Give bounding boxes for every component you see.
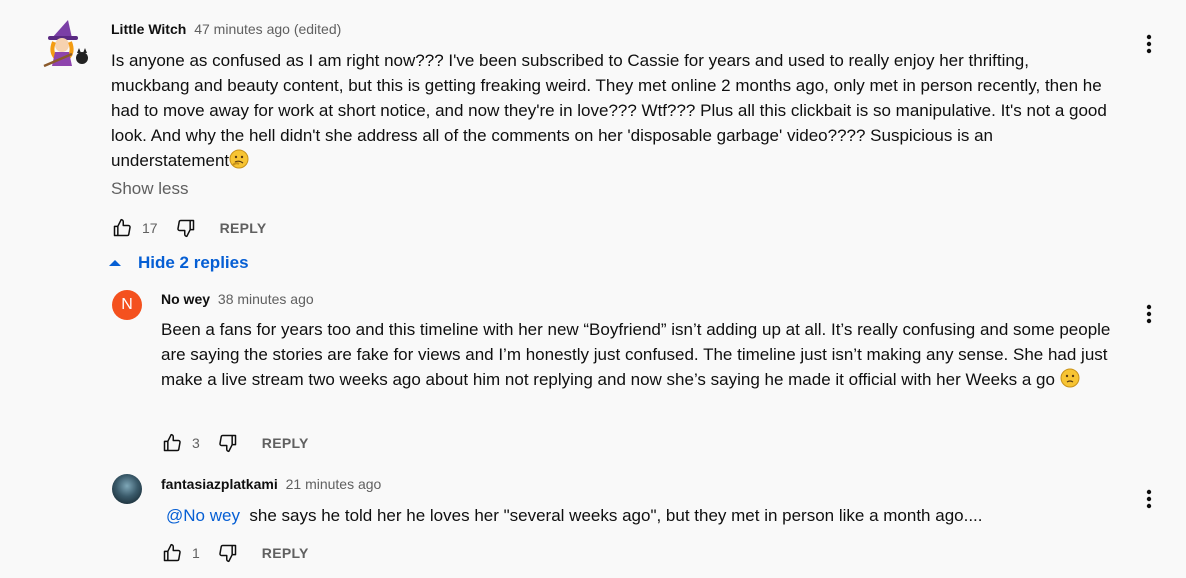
mention-link[interactable]: @No wey [166,506,240,525]
avatar[interactable] [42,18,92,70]
reply-button[interactable]: REPLY [220,220,267,236]
comment-timestamp[interactable]: 47 minutes ago (edited) [194,21,341,37]
like-count: 17 [142,220,158,236]
hide-replies-button[interactable]: Hide 2 replies [108,253,249,273]
comment-text-container: Is anyone as confused as I am right now?… [111,48,1111,173]
reply-button[interactable]: REPLY [262,545,309,561]
more-actions-icon[interactable] [1139,487,1159,511]
hide-replies-label: Hide 2 replies [138,253,249,272]
more-actions-icon[interactable] [1139,32,1159,56]
thinking-face-emoji-icon [229,149,249,169]
caret-up-icon [109,260,121,266]
reply-timestamp[interactable]: 38 minutes ago [218,291,314,307]
reply-author[interactable]: fantasiazplatkami [161,476,278,492]
reply-header: fantasiazplatkami 21 minutes ago [161,476,381,492]
reply-text: Been a fans for years too and this timel… [161,320,1111,389]
thumbs-up-icon[interactable] [162,433,182,453]
like-count: 1 [192,545,200,561]
avatar[interactable]: N [112,290,142,320]
more-actions-icon[interactable] [1139,302,1159,326]
reply-author[interactable]: No wey [161,291,210,307]
reply-actions: 3 REPLY [162,431,309,455]
reply-actions: 1 REPLY [162,541,309,565]
reply-text-container: Been a fans for years too and this timel… [161,317,1136,392]
thumbs-down-icon[interactable] [218,543,238,563]
witch-avatar-icon [43,20,88,68]
reply-header: No wey 38 minutes ago [161,291,314,307]
thumbs-down-icon[interactable] [218,433,238,453]
reply-text-container: @No wey she says he told her he loves he… [166,503,1126,528]
avatar[interactable] [112,474,142,504]
reply-text: she says he told her he loves her "sever… [249,506,983,525]
comment-actions: 17 REPLY [112,216,266,240]
reply-timestamp[interactable]: 21 minutes ago [286,476,382,492]
avatar-letter: N [121,296,133,313]
thumbs-up-icon[interactable] [162,543,182,563]
reply-button[interactable]: REPLY [262,435,309,451]
comment-header: Little Witch 47 minutes ago (edited) [111,21,341,37]
show-less-button[interactable]: Show less [111,179,188,199]
like-count: 3 [192,435,200,451]
thumbs-up-icon[interactable] [112,218,132,238]
comment-author[interactable]: Little Witch [111,21,186,37]
comment-text: Is anyone as confused as I am right now?… [111,51,1107,170]
confused-face-emoji-icon [1060,368,1080,388]
thumbs-down-icon[interactable] [176,218,196,238]
